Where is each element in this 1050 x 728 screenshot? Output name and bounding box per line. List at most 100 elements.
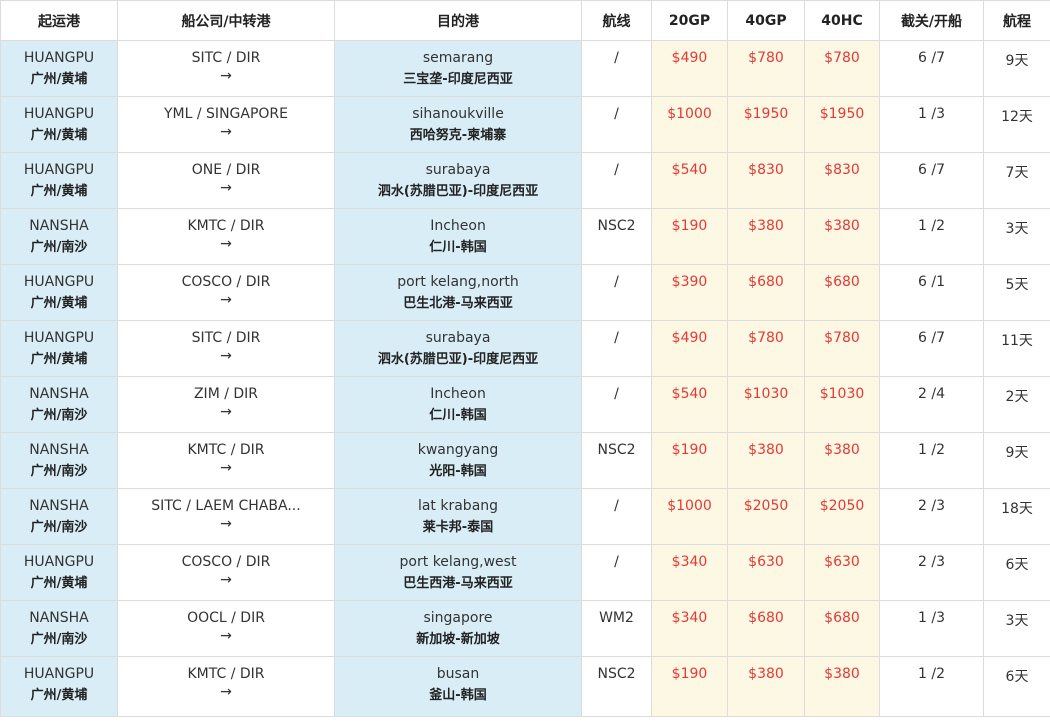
carrier-transit: SITC / LAEM CHABA... — [151, 498, 301, 514]
carrier-cell: COSCO / DIR → — [117, 544, 335, 601]
origin-cell: NANSHA 广州/南沙 — [0, 208, 118, 265]
carrier-transit: COSCO / DIR — [181, 554, 271, 570]
transit-cell: 11天 — [983, 320, 1050, 377]
origin-cell: NANSHA 广州/南沙 — [0, 600, 118, 657]
destination-cell: semarang 三宝垄-印度尼西亚 — [334, 40, 582, 97]
table-row[interactable]: NANSHA 广州/南沙 SITC / LAEM CHABA... → lat krab… — [0, 488, 1050, 545]
carrier-transit: SITC / DIR — [191, 50, 261, 66]
table-row[interactable]: NANSHA 广州/南沙 OOCL / DIR → singapore 新加坡-新加坡 WM… — [0, 600, 1050, 657]
transit-cell: 6天 — [983, 656, 1050, 717]
destination-port-cn: 西哈努克-柬埔寨 — [409, 128, 507, 143]
route-cell: / — [581, 152, 652, 209]
arrow-icon: → — [220, 460, 232, 476]
destination-cell: sihanoukville 西哈努克-柬埔寨 — [334, 96, 582, 153]
table-row[interactable]: HUANGPU 广州/黄埔 SITC / DIR → surabaya 泗水(苏腊巴亚)-… — [0, 320, 1050, 377]
schedule-cell: 6 /7 — [879, 40, 984, 97]
freight-rates-table: 起运港 船公司/中转港 目的港 航线 20GP 40GP 40HC 截关/开船 … — [0, 0, 1050, 717]
table-row[interactable]: NANSHA 广州/南沙 KMTC / DIR → Incheon 仁川-韩国 NSC2 $1… — [0, 208, 1050, 265]
origin-port-cn: 广州/黄埔 — [30, 128, 88, 143]
destination-port-en: semarang — [422, 50, 494, 66]
arrow-icon: → — [220, 628, 232, 644]
route-cell: NSC2 — [581, 656, 652, 717]
price-40gp: $780 — [727, 320, 805, 377]
schedule-cell: 6 /7 — [879, 320, 984, 377]
destination-cell: busan 釜山-韩国 — [334, 656, 582, 717]
price-40hc: $380 — [804, 208, 880, 265]
origin-port-cn: 广州/南沙 — [30, 464, 88, 479]
carrier-transit: COSCO / DIR — [181, 274, 271, 290]
header-origin: 起运港 — [0, 0, 118, 41]
table-row[interactable]: HUANGPU 广州/黄埔 YML / SINGAPORE → sihanoukvill… — [0, 96, 1050, 153]
origin-cell: NANSHA 广州/南沙 — [0, 376, 118, 433]
route-cell: / — [581, 96, 652, 153]
carrier-cell: KMTC / DIR → — [117, 656, 335, 717]
price-40gp: $1950 — [727, 96, 805, 153]
header-20gp: 20GP — [651, 0, 728, 41]
price-40gp: $380 — [727, 432, 805, 489]
price-20gp: $540 — [651, 376, 728, 433]
price-20gp: $190 — [651, 432, 728, 489]
price-20gp: $340 — [651, 600, 728, 657]
table-row[interactable]: HUANGPU 广州/黄埔 KMTC / DIR → busan 釜山-韩国 NSC2 $19… — [0, 656, 1050, 717]
schedule-cell: 1 /2 — [879, 208, 984, 265]
origin-port-cn: 广州/黄埔 — [30, 296, 88, 311]
carrier-transit: YML / SINGAPORE — [164, 106, 288, 122]
price-40gp: $830 — [727, 152, 805, 209]
destination-port-cn: 泗水(苏腊巴亚)-印度尼西亚 — [377, 352, 539, 367]
header-destination: 目的港 — [334, 0, 582, 41]
origin-port-cn: 广州/南沙 — [30, 520, 88, 535]
price-20gp: $1000 — [651, 488, 728, 545]
price-40hc: $1950 — [804, 96, 880, 153]
arrow-icon: → — [220, 348, 232, 364]
arrow-icon: → — [220, 516, 232, 532]
carrier-cell: SITC / LAEM CHABA... → — [117, 488, 335, 545]
destination-port-cn: 三宝垄-印度尼西亚 — [403, 72, 513, 87]
origin-port-cn: 广州/黄埔 — [30, 576, 88, 591]
arrow-icon: → — [220, 68, 232, 84]
table-row[interactable]: HUANGPU 广州/黄埔 SITC / DIR → semarang 三宝垄-印度尼西亚… — [0, 40, 1050, 97]
route-cell: WM2 — [581, 600, 652, 657]
price-40gp: $630 — [727, 544, 805, 601]
transit-cell: 12天 — [983, 96, 1050, 153]
destination-port-cn: 釜山-韩国 — [429, 688, 487, 703]
destination-port-en: surabaya — [425, 162, 491, 178]
route-cell: NSC2 — [581, 432, 652, 489]
origin-cell: NANSHA 广州/南沙 — [0, 432, 118, 489]
destination-port-cn: 仁川-韩国 — [429, 240, 487, 255]
price-20gp: $490 — [651, 40, 728, 97]
arrow-icon: → — [220, 684, 232, 700]
destination-cell: surabaya 泗水(苏腊巴亚)-印度尼西亚 — [334, 152, 582, 209]
table-row[interactable]: NANSHA 广州/南沙 ZIM / DIR → Incheon 仁川-韩国 / $540 $1… — [0, 376, 1050, 433]
transit-cell: 2天 — [983, 376, 1050, 433]
schedule-cell: 1 /2 — [879, 432, 984, 489]
table-row[interactable]: NANSHA 广州/南沙 KMTC / DIR → kwangyang 光阳-韩国 NSC2… — [0, 432, 1050, 489]
route-cell: / — [581, 544, 652, 601]
transit-cell: 5天 — [983, 264, 1050, 321]
header-40gp: 40GP — [727, 0, 805, 41]
price-40hc: $680 — [804, 264, 880, 321]
table-row[interactable]: HUANGPU 广州/黄埔 COSCO / DIR → port kelang,west… — [0, 544, 1050, 601]
price-40gp: $780 — [727, 40, 805, 97]
destination-cell: surabaya 泗水(苏腊巴亚)-印度尼西亚 — [334, 320, 582, 377]
origin-cell: HUANGPU 广州/黄埔 — [0, 656, 118, 717]
origin-port-cn: 广州/黄埔 — [30, 184, 88, 199]
header-40hc: 40HC — [804, 0, 880, 41]
price-20gp: $540 — [651, 152, 728, 209]
destination-port-en: kwangyang — [417, 442, 499, 458]
price-40gp: $380 — [727, 656, 805, 717]
destination-port-en: port kelang,north — [397, 274, 519, 290]
origin-port-cn: 广州/黄埔 — [30, 352, 88, 367]
arrow-icon: → — [220, 180, 232, 196]
carrier-cell: SITC / DIR → — [117, 40, 335, 97]
table-row[interactable]: HUANGPU 广州/黄埔 COSCO / DIR → port kelang,nort… — [0, 264, 1050, 321]
origin-cell: HUANGPU 广州/黄埔 — [0, 320, 118, 377]
price-20gp: $490 — [651, 320, 728, 377]
header-carrier: 船公司/中转港 — [117, 0, 335, 41]
schedule-cell: 6 /7 — [879, 152, 984, 209]
destination-cell: port kelang,north 巴生北港-马来西亚 — [334, 264, 582, 321]
table-row[interactable]: HUANGPU 广州/黄埔 ONE / DIR → surabaya 泗水(苏腊巴亚)-印… — [0, 152, 1050, 209]
header-route: 航线 — [581, 0, 652, 41]
arrow-icon: → — [220, 572, 232, 588]
price-40hc: $780 — [804, 320, 880, 377]
carrier-transit: KMTC / DIR — [187, 666, 265, 682]
